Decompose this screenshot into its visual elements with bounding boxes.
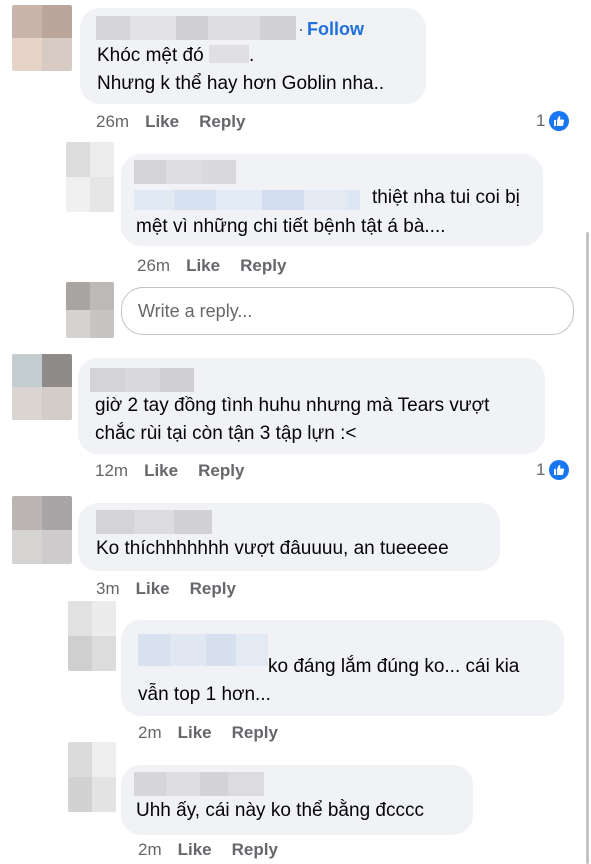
like-button[interactable]: Like [178, 840, 212, 860]
comment-text: thiệt nha tui coi bị [372, 187, 520, 208]
comment-meta: 26m Like Reply [96, 112, 245, 132]
reply-button[interactable]: Reply [232, 723, 278, 743]
commenter-name-blurred[interactable] [134, 160, 236, 184]
comment-text: ko đáng lắm đúng ko... cái kia [268, 656, 520, 677]
reply-button[interactable]: Reply [198, 461, 244, 481]
comment-text: mệt vì những chi tiết bệnh tật á bà.... [136, 216, 446, 237]
reply-input[interactable] [122, 288, 573, 334]
avatar[interactable] [12, 5, 72, 71]
blurred-word [208, 45, 249, 63]
reply-button[interactable]: Reply [232, 840, 278, 860]
comment-meta: 2m Like Reply [138, 840, 278, 860]
tagged-name-blurred[interactable] [134, 190, 360, 210]
avatar [66, 282, 114, 338]
tagged-name-blurred[interactable] [138, 634, 268, 666]
avatar[interactable] [68, 601, 116, 671]
reply-button[interactable]: Reply [199, 112, 245, 132]
comment-meta: 2m Like Reply [138, 723, 278, 743]
commenter-name-blurred[interactable] [134, 772, 264, 796]
avatar[interactable] [12, 354, 72, 420]
timestamp[interactable]: 26m [96, 112, 129, 132]
reply-button[interactable]: Reply [240, 256, 286, 276]
thumbs-up-icon [549, 111, 570, 131]
like-button[interactable]: Like [178, 723, 212, 743]
comment-text: Nhưng k thể hay hơn Goblin nha.. [97, 73, 385, 94]
timestamp[interactable]: 2m [138, 840, 162, 860]
like-button[interactable]: Like [144, 461, 178, 481]
comment-text: giờ 2 tay đồng tình huhu nhưng mà Tears … [95, 395, 490, 416]
commenter-name-blurred[interactable] [96, 16, 296, 40]
comment-text: Khóc mệt đó . [97, 45, 255, 66]
like-button[interactable]: Like [145, 112, 179, 132]
reaction-count[interactable]: 1 [536, 111, 570, 131]
comment-text: Ko thíchhhhhhh vượt đâuuuu, an tueeeee [96, 538, 449, 559]
reply-input-box[interactable] [121, 287, 574, 335]
scrollbar[interactable] [586, 232, 589, 864]
commenter-name-blurred[interactable] [96, 510, 212, 534]
like-button[interactable]: Like [136, 579, 170, 599]
thumbs-up-icon [549, 460, 570, 480]
comment-meta: 3m Like Reply [96, 579, 236, 599]
reply-button[interactable]: Reply [190, 579, 236, 599]
comment-meta: 26m Like Reply [137, 256, 286, 276]
avatar[interactable] [12, 496, 72, 564]
timestamp[interactable]: 26m [137, 256, 170, 276]
comment-text: vẫn top 1 hơn... [138, 684, 271, 705]
timestamp[interactable]: 12m [95, 461, 128, 481]
avatar[interactable] [66, 142, 114, 212]
commenter-name-blurred[interactable] [90, 368, 194, 392]
comment-text: Uhh ấy, cái này ko thể bằng đcccc [136, 800, 424, 821]
comment-meta: 12m Like Reply [95, 461, 244, 481]
like-button[interactable]: Like [186, 256, 220, 276]
timestamp[interactable]: 3m [96, 579, 120, 599]
comment-text: chắc rùi tại còn tận 3 tập lựn :< [95, 423, 357, 444]
reaction-count[interactable]: 1 [536, 460, 570, 480]
avatar[interactable] [68, 742, 116, 812]
timestamp[interactable]: 2m [138, 723, 162, 743]
follow-link[interactable]: · Follow [298, 19, 364, 40]
